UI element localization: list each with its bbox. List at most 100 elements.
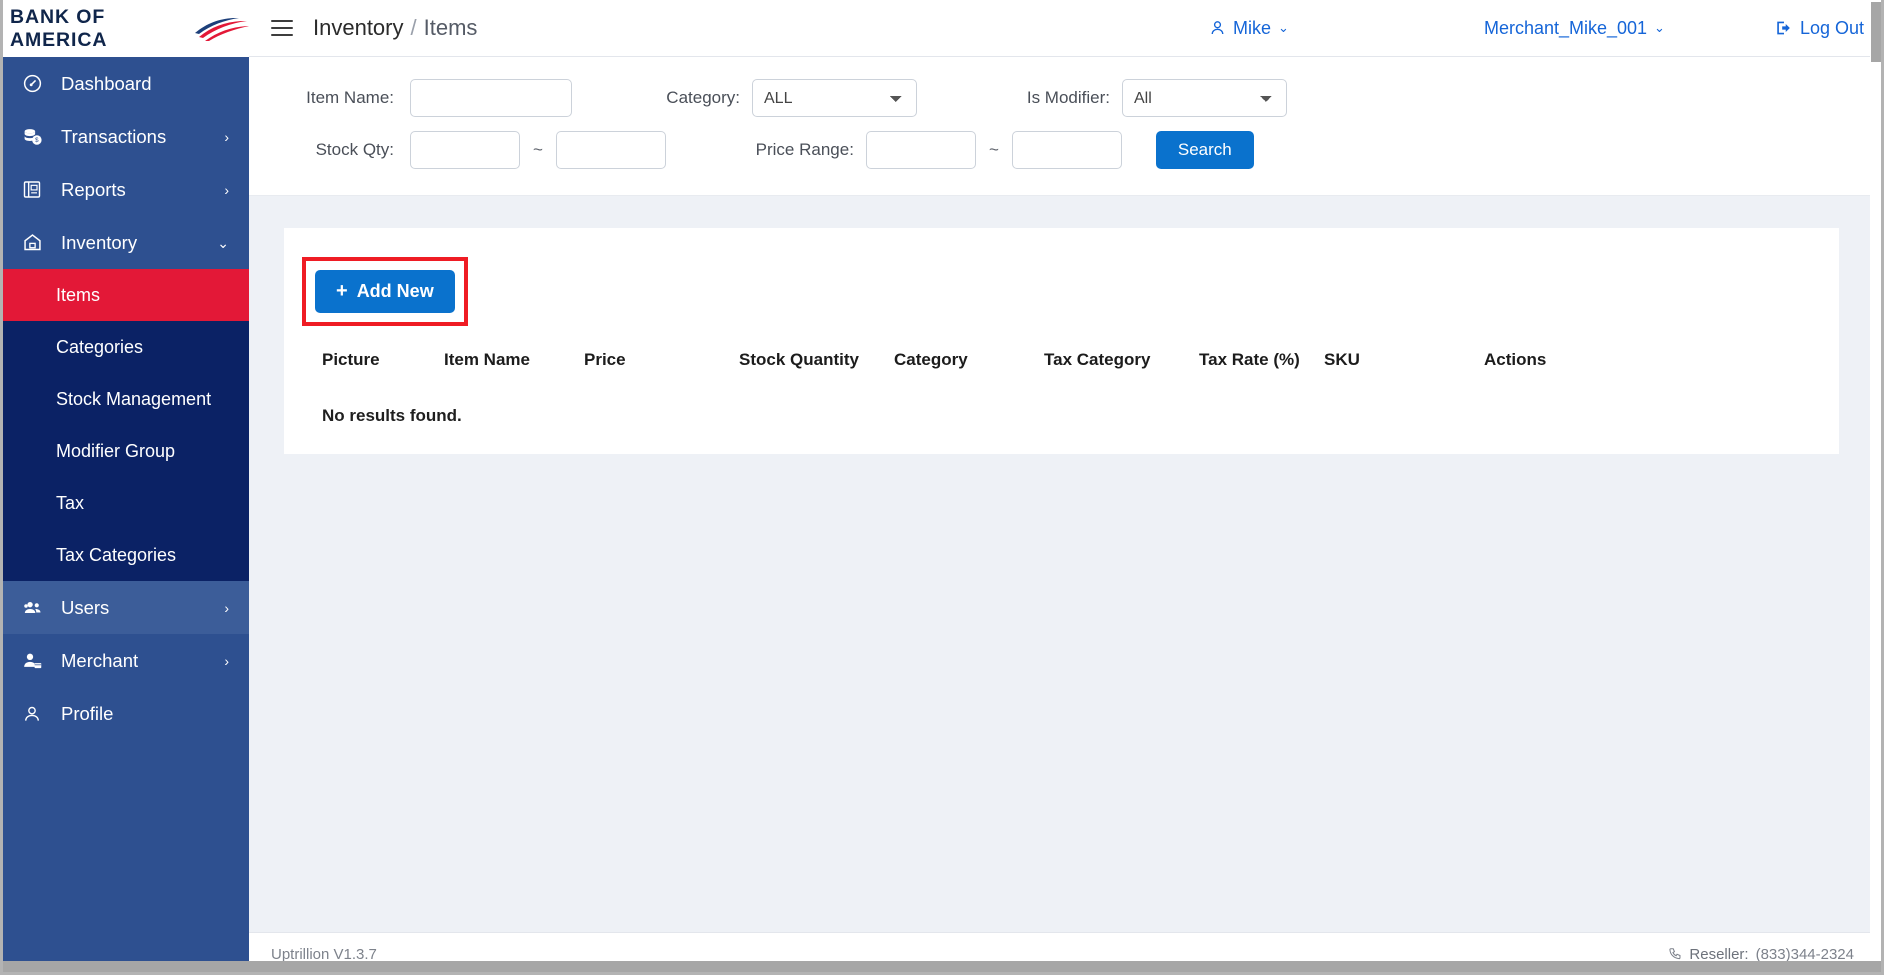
reseller-info: Reseller: (833)344-2324 [1668, 946, 1854, 963]
users-group-icon [22, 598, 52, 618]
topbar: Inventory / Items Mike ⌄ Merchant_Mike_0… [249, 0, 1884, 57]
sidebar-item-reports[interactable]: Reports › [0, 163, 249, 216]
sidebar-subitem-label: Tax [56, 492, 85, 513]
report-document-icon [22, 179, 52, 200]
profile-person-icon [22, 704, 52, 724]
app-version: Uptrillion V1.3.7 [271, 945, 377, 963]
user-menu[interactable]: Mike ⌄ [1209, 18, 1289, 39]
sidebar-subitem-tax-categories[interactable]: Tax Categories [0, 529, 249, 581]
sidebar-item-transactions[interactable]: $ Transactions › [0, 110, 249, 163]
price-max-input[interactable] [1011, 131, 1122, 169]
vertical-scrollbar[interactable] [1870, 0, 1884, 961]
empty-state-message: No results found. [322, 406, 462, 425]
sidebar-item-users[interactable]: Users › [0, 581, 249, 634]
chevron-right-icon: › [224, 599, 229, 616]
column-header-price: Price [584, 350, 626, 369]
sidebar-subitem-label: Tax Categories [56, 544, 177, 565]
merchant-menu[interactable]: Merchant_Mike_001 ⌄ [1484, 18, 1665, 39]
column-header-sku: SKU [1324, 350, 1360, 369]
items-table-head: Picture Item Name Price Stock Quantity C… [284, 340, 1839, 382]
price-min-input[interactable] [865, 131, 976, 169]
content-area: + Add New Picture Item Name Price Stock … [249, 196, 1884, 932]
add-new-highlight-box: + Add New [302, 257, 468, 326]
sidebar-item-label: Users [61, 596, 110, 618]
merchant-menu-label: Merchant_Mike_001 [1483, 17, 1648, 38]
sidebar-subitem-categories[interactable]: Categories [0, 321, 249, 373]
breadcrumb-current: Items [423, 15, 478, 40]
stock-qty-label: Stock Qty: [315, 140, 394, 159]
logout-arrow-icon [1775, 19, 1793, 37]
chevron-right-icon: › [224, 128, 229, 145]
inventory-submenu: Items Categories Stock Management Modifi… [0, 269, 249, 581]
is-modifier-select[interactable]: All [1122, 79, 1287, 117]
stock-qty-min-input[interactable] [410, 131, 520, 169]
merchant-person-icon [22, 651, 52, 671]
sidebar-subitem-tax[interactable]: Tax [0, 477, 249, 529]
bank-of-america-flag-icon [193, 16, 249, 42]
sidebar-item-dashboard[interactable]: Dashboard [0, 57, 249, 110]
sidebar-item-inventory[interactable]: Inventory ⌄ [0, 216, 249, 269]
logout-label: Log Out [1799, 17, 1864, 38]
category-select[interactable]: ALL [752, 79, 917, 117]
stock-qty-max-input[interactable] [555, 131, 666, 169]
phone-icon [1668, 947, 1682, 961]
sidebar-item-label: Profile [61, 702, 114, 724]
brand-name: BANK OF AMERICA [10, 5, 108, 51]
logout-button[interactable]: Log Out [1775, 18, 1864, 39]
column-header-actions: Actions [1484, 350, 1547, 369]
user-avatar-icon [1209, 19, 1226, 37]
breadcrumb-parent[interactable]: Inventory [313, 15, 404, 41]
plus-icon: + [336, 280, 348, 302]
column-header-tax-rate: Tax Rate (%) [1199, 350, 1300, 369]
chevron-down-icon: ⌄ [217, 234, 229, 251]
sidebar-item-profile[interactable]: Profile [0, 687, 249, 740]
sidebar-item-label: Transactions [61, 125, 167, 147]
hamburger-menu-icon[interactable] [271, 20, 293, 36]
filter-row-2: Stock Qty: ~ Price Range: ~ Search [249, 131, 1884, 169]
is-modifier-label: Is Modifier: [1026, 88, 1110, 107]
column-header-item-name: Item Name [444, 350, 530, 369]
reseller-phone: (833)344-2324 [1755, 945, 1854, 963]
sidebar-item-label: Reports [61, 178, 126, 200]
main-layout: BANK OF AMERICA Dashboard $ Transactions… [0, 0, 1884, 975]
column-header-tax-category: Tax Category [1044, 350, 1151, 369]
range-separator: ~ [988, 140, 999, 159]
chevron-down-icon: ⌄ [1278, 20, 1289, 35]
add-new-button[interactable]: + Add New [315, 270, 455, 313]
horizontal-scrollbar[interactable] [3, 961, 1881, 975]
category-label: Category: [666, 88, 740, 107]
items-card: + Add New Picture Item Name Price Stock … [284, 228, 1839, 454]
chevron-right-icon: › [224, 181, 229, 198]
sidebar-subitem-label: Categories [56, 336, 144, 357]
items-table-header-row: Picture Item Name Price Stock Quantity C… [284, 340, 1839, 382]
sidebar-item-label: Dashboard [61, 72, 152, 94]
svg-text:$: $ [35, 137, 39, 144]
sidebar-item-merchant[interactable]: Merchant › [0, 634, 249, 687]
sidebar-nav: Dashboard $ Transactions › Reports › Inv… [0, 57, 249, 975]
item-name-input[interactable] [410, 79, 572, 117]
reseller-label: Reseller: [1689, 945, 1749, 963]
content-pane: Inventory / Items Mike ⌄ Merchant_Mike_0… [249, 0, 1884, 975]
sidebar-item-label: Inventory [61, 231, 138, 253]
item-name-label: Item Name: [306, 88, 394, 107]
sidebar-subitem-modifier-group[interactable]: Modifier Group [0, 425, 249, 477]
user-menu-label: Mike [1233, 17, 1272, 38]
money-coins-icon: $ [22, 126, 52, 147]
sidebar-item-label: Merchant [61, 649, 139, 671]
vertical-scrollbar-thumb[interactable] [1871, 2, 1883, 62]
column-header-stock-quantity: Stock Quantity [739, 350, 859, 369]
sidebar-subitem-stock-management[interactable]: Stock Management [0, 373, 249, 425]
add-new-label: Add New [356, 281, 434, 301]
filter-panel: Item Name: Category: ALL Is Modifier: Al… [249, 57, 1884, 196]
sidebar-subitem-label: Stock Management [56, 388, 212, 409]
search-button[interactable]: Search [1155, 131, 1254, 169]
dashboard-gauge-icon [22, 73, 52, 94]
sidebar: BANK OF AMERICA Dashboard $ Transactions… [0, 0, 249, 975]
sidebar-subitem-items[interactable]: Items [0, 269, 249, 321]
brand-logo[interactable]: BANK OF AMERICA [0, 0, 249, 57]
chevron-down-icon: ⌄ [1654, 20, 1665, 35]
filter-row-1: Item Name: Category: ALL Is Modifier: Al… [249, 79, 1884, 117]
column-header-category: Category [894, 350, 968, 369]
breadcrumb-separator: / [410, 15, 417, 40]
app-root: BANK OF AMERICA Dashboard $ Transactions… [0, 0, 1884, 975]
